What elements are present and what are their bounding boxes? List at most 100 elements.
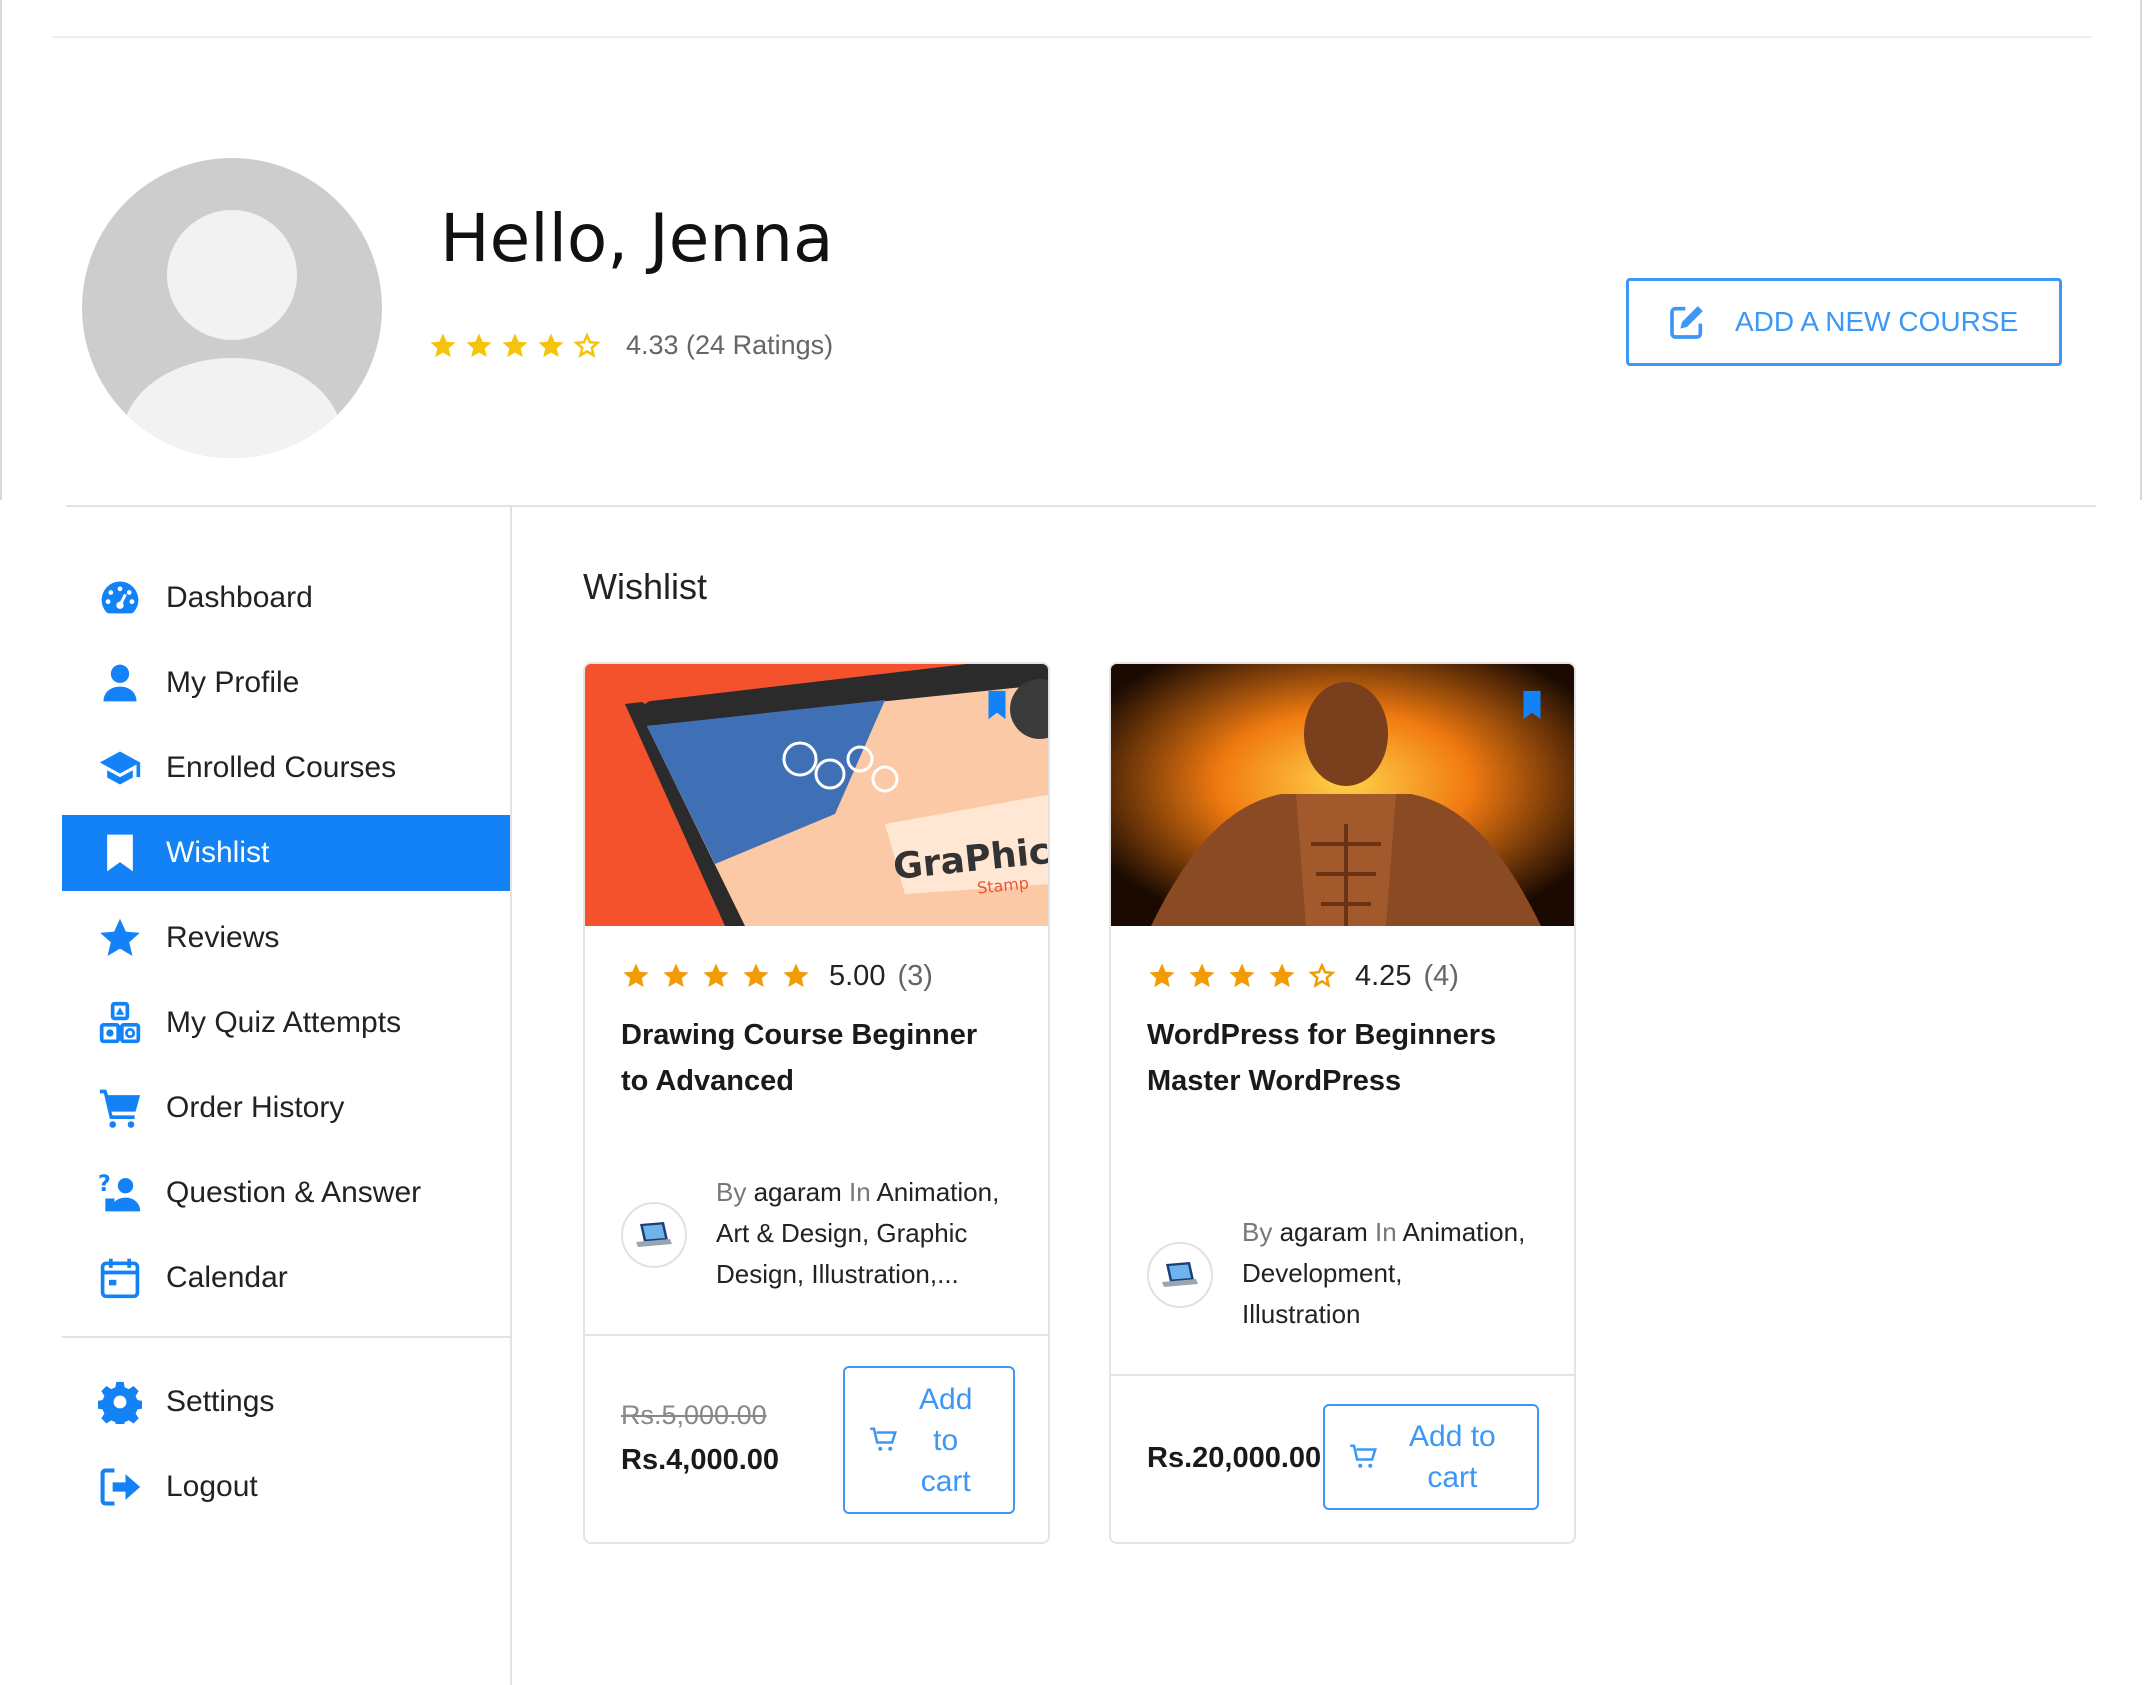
rating-count: (4) [1423,959,1459,992]
header-top-divider [52,36,2092,38]
add-new-course-button[interactable]: ADD A NEW COURSE [1626,278,2062,366]
sidebar-item-settings[interactable]: Settings [62,1364,510,1440]
rating-value: 4.25 [1355,959,1412,992]
cart-label-line: cart [1427,1461,1478,1494]
bookmark-icon[interactable] [980,688,1014,722]
in-label: In [1374,1217,1397,1247]
sidebar-item-order-history[interactable]: Order History [62,1070,510,1146]
sidebar-item-label: Question & Answer [166,1176,422,1209]
header-left-border [0,0,2,500]
in-label: In [848,1177,871,1207]
course-info: 5.00 (3) Drawing Course Beginner to Adva… [585,946,1048,1302]
cart-label-line: Add [919,1382,973,1416]
sidebar-item-dashboard[interactable]: Dashboard [62,560,510,636]
sidebar-nav: Dashboard My Profile Enrolled Courses Wi… [62,560,510,1534]
category-link[interactable]: Animation, [876,1177,999,1207]
star-filled-icon [783,963,809,988]
avatar-body-shape [122,358,342,458]
add-new-course-label: ADD A NEW COURSE [1735,306,2019,337]
sidebar-separator [62,1336,510,1338]
cart-icon [99,1089,141,1128]
header-right-border [2140,0,2142,500]
author-link[interactable]: agaram [1280,1217,1368,1247]
star-filled-icon [1149,963,1175,988]
avatar [82,158,382,458]
category-link[interactable]: Animation, [1402,1217,1525,1247]
by-label: By [1242,1217,1273,1247]
sidebar-item-label: Order History [166,1091,345,1124]
star-filled-icon [538,333,564,357]
course-info: 4.25 (4) WordPress for Beginners Master … [1111,946,1574,1342]
course-title[interactable]: WordPress for Beginners Master WordPress [1147,1012,1538,1104]
sidebar-item-label: Enrolled Courses [166,751,397,784]
course-rating: 5.00 (3) [621,946,1012,1006]
star-outline-icon [573,331,601,358]
cart-icon [1350,1444,1377,1468]
course-title-line: Master WordPress [1147,1065,1402,1097]
sidebar-item-wishlist[interactable]: Wishlist [62,815,510,891]
edit-icon [1670,306,1703,339]
gear-icon [98,1381,142,1424]
category-link[interactable]: Art & Design, Graphic [716,1213,1012,1254]
star-filled-icon [663,963,689,988]
author-avatar [1147,1242,1213,1308]
course-rating: 4.25 (4) [1147,946,1538,1006]
category-link[interactable]: Illustration [1242,1294,1538,1335]
star-filled-icon [1269,963,1295,988]
sidebar-item-label: My Quiz Attempts [166,1006,402,1039]
sidebar-item-calendar[interactable]: Calendar [62,1240,510,1316]
sidebar-divider [510,507,512,1685]
course-meta: By agaram In Animation, Art & Design, Gr… [621,1172,1012,1302]
sidebar-item-label: Dashboard [166,581,313,614]
bookmark-icon[interactable] [1515,688,1549,722]
graduation-cap-icon [99,751,141,785]
add-to-cart-label: Add to cart [1409,1416,1496,1498]
cart-label-line: to [933,1423,959,1457]
sidebar-item-label: Wishlist [166,836,270,869]
original-price: Rs.5,000.00 [621,1400,767,1430]
cart-label-line: Add to [1409,1420,1496,1453]
sidebar-item-enrolled-courses[interactable]: Enrolled Courses [62,730,510,806]
star-icon [100,918,140,956]
rating-summary-text: 4.33 (24 Ratings) [626,330,834,360]
course-thumbnail-art [1111,664,1574,926]
course-thumbnail[interactable] [1111,664,1574,926]
quiz-shapes-icon [99,1001,141,1044]
sidebar-item-label: Settings [166,1385,275,1418]
sidebar-item-question-answer[interactable]: ? Question & Answer [62,1155,510,1231]
author-link[interactable]: agaram [754,1177,842,1207]
rating-count: (3) [897,959,933,992]
dashboard-icon [101,581,139,614]
bookmark-icon [107,834,133,872]
course-meta-text: By agaram In Animation, Development, Ill… [1242,1212,1538,1335]
rating-stars [428,331,602,361]
sidebar-item-label: Calendar [166,1261,288,1294]
sale-price: Rs.20,000.00 [1147,1442,1322,1474]
laptop-icon [1162,1262,1198,1287]
add-to-cart-button[interactable]: Add to cart [843,1366,1015,1514]
page-title: Wishlist [583,566,707,607]
sale-price: Rs.4,000.00 [621,1444,780,1476]
sidebar-item-logout[interactable]: Logout [62,1449,510,1525]
course-card: 4.25 (4) WordPress for Beginners Master … [1109,662,1576,1544]
laptop-icon [636,1222,672,1247]
cart-icon [870,1427,897,1451]
add-to-cart-button[interactable]: Add to cart [1323,1404,1539,1510]
sidebar-item-my-quiz-attempts[interactable]: My Quiz Attempts [62,985,510,1061]
category-link[interactable]: Design, Illustration,... [716,1254,1012,1295]
by-label: By [716,1177,747,1207]
star-filled-icon [1229,963,1255,988]
rating-value: 5.00 [829,959,886,992]
course-title[interactable]: Drawing Course Beginner to Advanced [621,1012,1012,1104]
star-filled-icon [623,963,649,988]
course-title-line: Drawing Course Beginner [621,1019,978,1051]
sidebar-item-reviews[interactable]: Reviews [62,900,510,976]
rating-stars [621,961,811,991]
sidebar-item-my-profile[interactable]: My Profile [62,645,510,721]
rating-stars [1147,961,1337,991]
course-meta: By agaram In Animation, Development, Ill… [1147,1212,1538,1342]
course-thumbnail[interactable]: GraPhic Stamp [585,664,1048,926]
question-user-icon: ? [98,1172,141,1212]
category-link[interactable]: Development, [1242,1253,1538,1294]
course-footer: Rs.5,000.00 Rs.4,000.00 Add to cart [585,1334,1048,1542]
